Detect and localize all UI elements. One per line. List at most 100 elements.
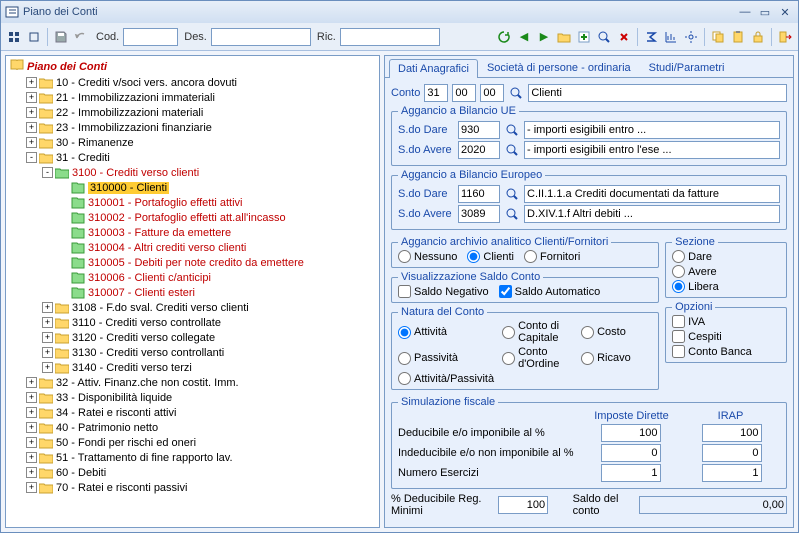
tree-row[interactable]: 310005 - Debiti per note credito da emet… <box>8 255 377 270</box>
conto-b-input[interactable] <box>452 84 476 102</box>
next-icon[interactable]: ▶ <box>535 28 553 46</box>
radio-avere[interactable]: Avere <box>672 265 780 278</box>
expander-icon[interactable] <box>58 197 69 208</box>
exit-icon[interactable] <box>776 28 794 46</box>
tree-row[interactable]: 310004 - Altri crediti verso clienti <box>8 240 377 255</box>
expander-icon[interactable]: + <box>42 362 53 373</box>
sim-r1-dirette[interactable] <box>601 424 661 442</box>
expander-icon[interactable]: + <box>42 317 53 328</box>
expander-icon[interactable]: + <box>42 332 53 343</box>
check-banca[interactable]: Conto Banca <box>672 345 780 358</box>
eu-avere-input[interactable] <box>458 205 500 223</box>
expander-icon[interactable]: + <box>26 107 37 118</box>
radio-fornitori[interactable]: Fornitori <box>524 250 580 263</box>
tree-row[interactable]: + 21 - Immobilizzazioni immateriali <box>8 90 377 105</box>
tool-action-1[interactable] <box>5 28 23 46</box>
ue-avere-input[interactable] <box>458 141 500 159</box>
minimize-button[interactable]: — <box>736 4 754 20</box>
settings-icon[interactable] <box>682 28 700 46</box>
expander-icon[interactable]: + <box>26 407 37 418</box>
tab-anagrafici[interactable]: Dati Anagrafici <box>389 59 478 78</box>
ue-avere-search-icon[interactable] <box>504 142 520 158</box>
expander-icon[interactable]: + <box>26 392 37 403</box>
tree-row[interactable]: + 30 - Rimanenze <box>8 135 377 150</box>
sim-r2-irap[interactable] <box>702 444 762 462</box>
tree-row[interactable]: + 10 - Crediti v/soci vers. ancora dovut… <box>8 75 377 90</box>
radio-costo[interactable]: Costo <box>581 320 652 344</box>
chart-icon[interactable] <box>662 28 680 46</box>
check-saldoauto[interactable]: Saldo Automatico <box>499 285 601 298</box>
tree-row[interactable]: 310001 - Portafoglio effetti attivi <box>8 195 377 210</box>
paste-icon[interactable] <box>729 28 747 46</box>
radio-libera[interactable]: Libera <box>672 280 780 293</box>
tree-row[interactable]: + 3120 - Crediti verso collegate <box>8 330 377 345</box>
tree-row[interactable]: + 3108 - F.do sval. Crediti verso client… <box>8 300 377 315</box>
tree-row[interactable]: 310007 - Clienti esteri <box>8 285 377 300</box>
deducibile-input[interactable] <box>498 496 548 514</box>
eu-dare-search-icon[interactable] <box>504 186 520 202</box>
conto-desc-input[interactable] <box>528 84 787 102</box>
tree-row[interactable]: - 31 - Crediti <box>8 150 377 165</box>
expander-icon[interactable]: + <box>26 92 37 103</box>
tree-row[interactable]: + 70 - Ratei e risconti passivi <box>8 480 377 495</box>
expander-icon[interactable]: - <box>42 167 53 178</box>
prev-icon[interactable]: ◀ <box>515 28 533 46</box>
expander-icon[interactable] <box>58 212 69 223</box>
tree-row[interactable]: 310002 - Portafoglio effetti att.all'inc… <box>8 210 377 225</box>
radio-capitale[interactable]: Conto di Capitale <box>502 320 573 344</box>
tool-action-2[interactable] <box>25 28 43 46</box>
conto-search-icon[interactable] <box>508 85 524 101</box>
tab-studi[interactable]: Studi/Parametri <box>640 58 734 77</box>
conto-c-input[interactable] <box>480 84 504 102</box>
lock-icon[interactable] <box>749 28 767 46</box>
tree-row[interactable]: 310006 - Clienti c/anticipi <box>8 270 377 285</box>
save-button[interactable] <box>52 28 70 46</box>
expander-icon[interactable] <box>58 182 69 193</box>
close-button[interactable]: ✕ <box>776 4 794 20</box>
tree-row[interactable]: + 34 - Ratei e risconti attivi <box>8 405 377 420</box>
cod-input[interactable] <box>123 28 178 46</box>
tree-row[interactable]: + 40 - Patrimonio netto <box>8 420 377 435</box>
sim-r2-dirette[interactable] <box>601 444 661 462</box>
radio-passivita[interactable]: Passività <box>398 346 494 370</box>
expander-icon[interactable] <box>58 272 69 283</box>
radio-attivita[interactable]: Attività <box>398 320 494 344</box>
check-iva[interactable]: IVA <box>672 315 780 328</box>
radio-dare[interactable]: Dare <box>672 250 780 263</box>
conto-a-input[interactable] <box>424 84 448 102</box>
sim-r3-dirette[interactable] <box>601 464 661 482</box>
search-icon[interactable] <box>595 28 613 46</box>
check-cespiti[interactable]: Cespiti <box>672 330 780 343</box>
radio-attpass[interactable]: Attività/Passività <box>398 372 494 385</box>
expander-icon[interactable]: + <box>26 452 37 463</box>
tree-row[interactable]: + 3110 - Crediti verso controllate <box>8 315 377 330</box>
ue-dare-search-icon[interactable] <box>504 122 520 138</box>
eu-avere-search-icon[interactable] <box>504 206 520 222</box>
expander-icon[interactable]: + <box>26 137 37 148</box>
undo-button[interactable] <box>72 28 90 46</box>
tree-row[interactable]: + 60 - Debiti <box>8 465 377 480</box>
expander-icon[interactable]: + <box>26 77 37 88</box>
check-saldoneg[interactable]: Saldo Negativo <box>398 285 489 298</box>
copy-icon[interactable] <box>709 28 727 46</box>
radio-ordine[interactable]: Conto d'Ordine <box>502 346 573 370</box>
tree-row[interactable]: 310003 - Fatture da emettere <box>8 225 377 240</box>
account-tree[interactable]: Piano dei Conti + 10 - Crediti v/soci ve… <box>6 56 379 527</box>
expander-icon[interactable]: + <box>26 437 37 448</box>
sim-r1-irap[interactable] <box>702 424 762 442</box>
tree-row[interactable]: + 22 - Immobilizzazioni materiali <box>8 105 377 120</box>
sigma-icon[interactable] <box>642 28 660 46</box>
maximize-button[interactable]: ▭ <box>756 4 774 20</box>
radio-ricavo[interactable]: Ricavo <box>581 346 652 370</box>
sim-r3-irap[interactable] <box>702 464 762 482</box>
expander-icon[interactable] <box>58 242 69 253</box>
expander-icon[interactable] <box>58 227 69 238</box>
delete-icon[interactable] <box>615 28 633 46</box>
tree-row[interactable]: 310000 - Clienti <box>8 180 377 195</box>
expander-icon[interactable]: + <box>26 482 37 493</box>
ue-dare-input[interactable] <box>458 121 500 139</box>
expander-icon[interactable]: + <box>26 377 37 388</box>
tree-row[interactable]: - 3100 - Crediti verso clienti <box>8 165 377 180</box>
tree-row[interactable]: + 3140 - Crediti verso terzi <box>8 360 377 375</box>
tree-row[interactable]: + 33 - Disponibilità liquide <box>8 390 377 405</box>
